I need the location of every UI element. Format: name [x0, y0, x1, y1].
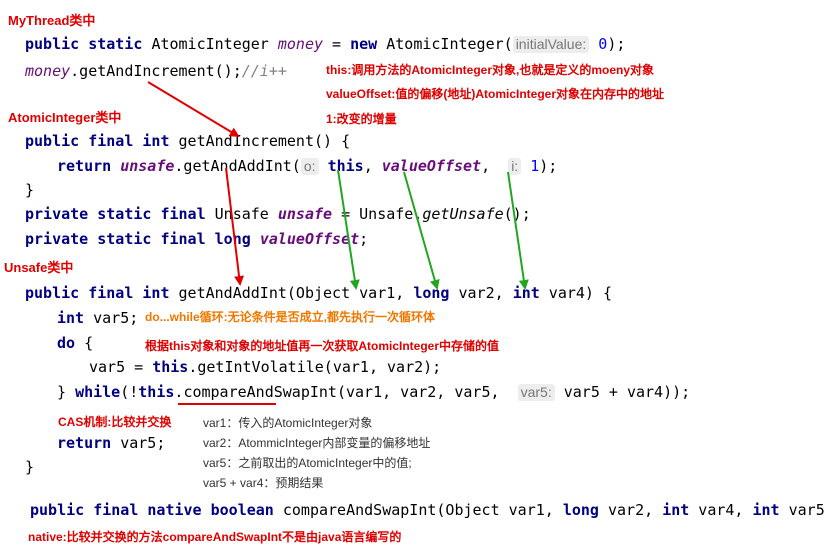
arrow-valueoffset-to-var2	[403, 171, 440, 290]
arrow-one-to-var4	[507, 171, 529, 290]
arrow-getandaddint-to-impl	[225, 167, 245, 286]
arrow-increment-to-getandincrement	[147, 81, 240, 138]
arrows-overlay	[147, 81, 529, 405]
arrow-this-to-var1	[337, 169, 360, 290]
